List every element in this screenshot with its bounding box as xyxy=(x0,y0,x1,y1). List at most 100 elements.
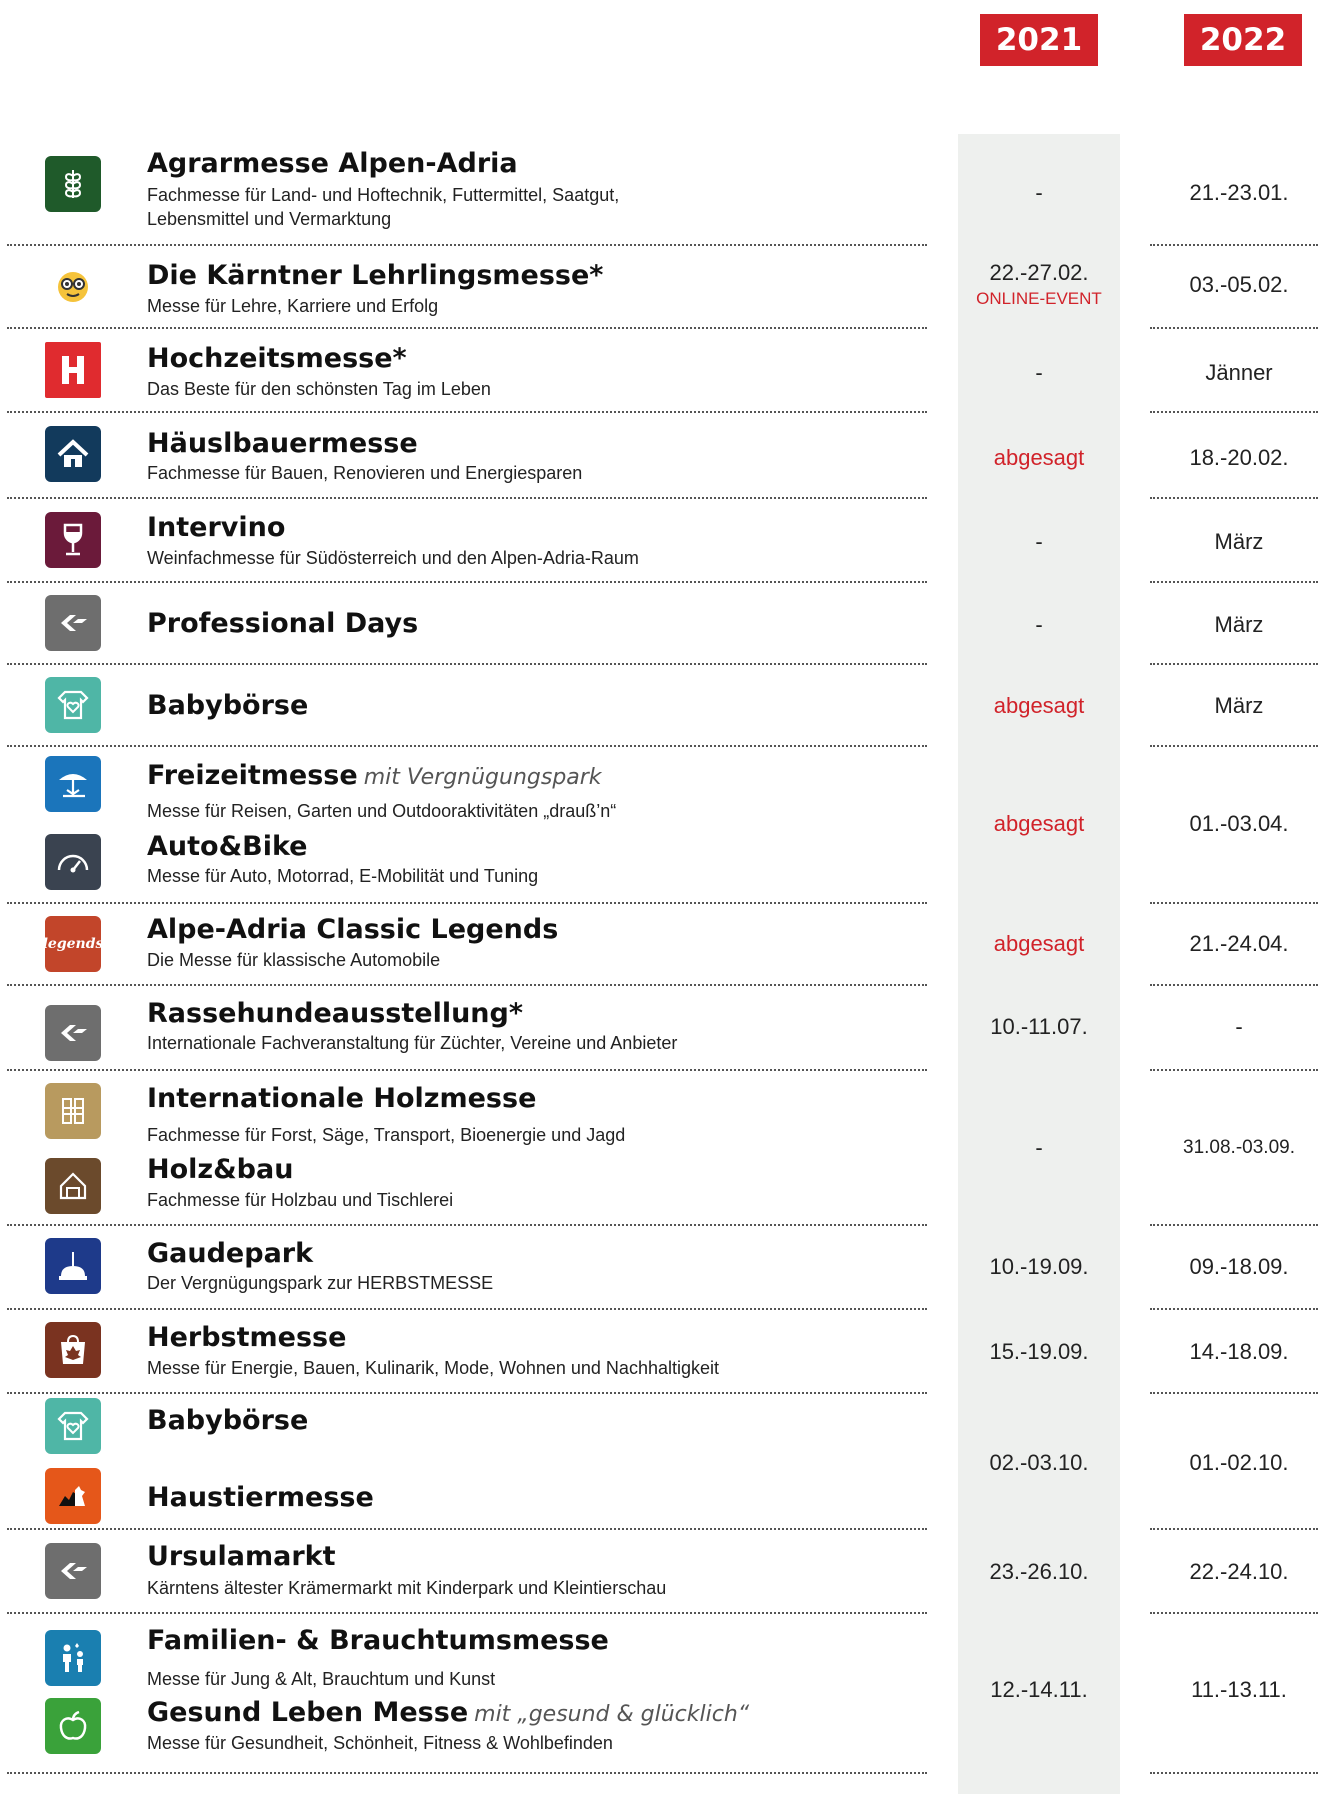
pet-icon xyxy=(45,1468,101,1524)
date-2022: 09.-18.09. xyxy=(1189,1254,1289,1279)
row-divider xyxy=(7,327,927,329)
classic-legends-logo-icon: legends xyxy=(45,916,101,972)
event-title-addon: mit Vergnügungspark xyxy=(363,765,602,790)
messe-logo-icon xyxy=(45,1543,101,1599)
row-divider xyxy=(1150,1392,1318,1394)
date-2022: März xyxy=(1214,612,1264,637)
date-2022: 14.-18.09. xyxy=(1189,1339,1289,1364)
date-2021: - xyxy=(1035,529,1043,554)
date-2021: 22.-27.02. ONLINE-EVENT xyxy=(939,260,1139,312)
event-description: Fachmesse für Holzbau und Tischlerei xyxy=(147,1190,454,1210)
row-divider xyxy=(1150,1772,1318,1774)
date-2021: 10.-19.09. xyxy=(989,1254,1089,1279)
row-divider xyxy=(1150,1612,1318,1614)
row-divider xyxy=(1150,581,1318,583)
event-title: Häuslbauermesse xyxy=(147,428,418,459)
event-description: Messe für Jung & Alt, Brauchtum und Kuns… xyxy=(147,1669,496,1689)
date-2022: 18.-20.02. xyxy=(1189,445,1289,470)
event-description: Fachmesse für Land- und Hoftechnik, Futt… xyxy=(147,185,620,205)
row-divider xyxy=(1150,745,1318,747)
event-description: Messe für Energie, Bauen, Kulinarik, Mod… xyxy=(147,1358,719,1378)
event-title: Familien- & Brauchtumsmesse xyxy=(147,1625,609,1656)
date-2022: 01.-03.04. xyxy=(1189,811,1289,836)
event-description: Fachmesse für Bauen, Renovieren und Ener… xyxy=(147,463,583,483)
row-divider xyxy=(7,745,927,747)
baby-bodysuit-icon xyxy=(45,677,101,733)
beach-umbrella-icon xyxy=(45,756,101,812)
row-divider xyxy=(1150,1528,1318,1530)
event-description: Das Beste für den schönsten Tag im Leben xyxy=(147,379,491,399)
event-description: Messe für Reisen, Garten und Outdoorakti… xyxy=(147,801,617,821)
event-title: Auto&Bike xyxy=(147,831,308,862)
baby-bodysuit-icon xyxy=(45,1398,101,1454)
date-2022: 31.08.-03.09. xyxy=(1183,1137,1295,1158)
date-2021: 23.-26.10. xyxy=(989,1559,1089,1584)
wheat-icon xyxy=(45,156,101,212)
year-header-2021: 2021 xyxy=(980,14,1098,66)
nerd-emoji-icon xyxy=(45,258,101,314)
date-2022: März xyxy=(1214,693,1264,718)
wooden-house-icon xyxy=(45,1158,101,1214)
row-divider xyxy=(1150,411,1318,413)
row-divider xyxy=(7,902,927,904)
event-description: Messe für Lehre, Karriere und Erfolg xyxy=(147,296,439,316)
row-divider xyxy=(7,581,927,583)
event-description: Weinfachmesse für Südösterreich und den … xyxy=(147,548,639,568)
event-description: Der Vergnügungspark zur HERBSTMESSE xyxy=(147,1273,494,1293)
date-2022: März xyxy=(1214,529,1264,554)
row-divider xyxy=(7,1528,927,1530)
date-2022: 03.-05.02. xyxy=(1189,272,1289,297)
year-header-2022: 2022 xyxy=(1184,14,1302,66)
event-title-text: Gesund Leben Messe xyxy=(147,1697,469,1728)
date-2022: 11.-13.11. xyxy=(1191,1677,1287,1702)
row-divider xyxy=(7,1392,927,1394)
row-divider xyxy=(7,497,927,499)
event-title-text: Freizeitmesse xyxy=(147,760,358,791)
event-title: Professional Days xyxy=(147,608,419,639)
date-2021: 12.-14.11. xyxy=(990,1677,1088,1702)
event-title: Agrarmesse Alpen-Adria xyxy=(147,148,518,179)
row-divider xyxy=(7,1612,927,1614)
event-title: Alpe-Adria Classic Legends xyxy=(147,914,559,945)
row-divider xyxy=(7,1772,927,1774)
event-title: Hochzeitsmesse* xyxy=(147,343,407,374)
row-divider xyxy=(7,984,927,986)
row-divider xyxy=(7,663,927,665)
family-icon xyxy=(45,1630,101,1686)
date-2021: abgesagt xyxy=(993,811,1085,836)
event-description: Messe für Gesundheit, Schönheit, Fitness… xyxy=(147,1733,613,1753)
event-description-line2: Lebensmittel und Vermarktung xyxy=(147,209,392,229)
row-divider xyxy=(1150,984,1318,986)
date-2021: 15.-19.09. xyxy=(989,1339,1089,1364)
messe-logo-icon xyxy=(45,595,101,651)
event-title: Herbstmesse xyxy=(147,1322,347,1353)
date-2021: - xyxy=(1035,1135,1043,1160)
row-divider xyxy=(1150,497,1318,499)
date-2021: abgesagt xyxy=(993,931,1085,956)
event-title: Haustiermesse xyxy=(147,1482,374,1513)
online-event-badge: ONLINE-EVENT xyxy=(976,289,1102,308)
date-2022: - xyxy=(1235,1014,1243,1039)
event-description: Internationale Fachveranstaltung für Züc… xyxy=(147,1033,678,1053)
date-2021: - xyxy=(1035,360,1043,385)
hochzeit-logo-icon xyxy=(45,342,101,398)
event-title: Internationale Holzmesse xyxy=(147,1083,537,1114)
row-divider xyxy=(7,244,927,246)
event-description: Kärntens ältester Krämermarkt mit Kinder… xyxy=(147,1578,667,1598)
event-title: Rassehundeausstellung* xyxy=(147,998,523,1029)
date-2022: Jänner xyxy=(1205,360,1273,385)
event-title: Gaudepark xyxy=(147,1238,314,1269)
speedometer-icon xyxy=(45,834,101,890)
logo-text: legends xyxy=(45,936,101,952)
event-title: Babybörse xyxy=(147,1405,309,1436)
date-2021: 10.-11.07. xyxy=(990,1014,1088,1039)
messe-logo-icon xyxy=(45,1005,101,1061)
event-description: Die Messe für klassische Automobile xyxy=(147,950,441,970)
bumper-car-icon xyxy=(45,1238,101,1294)
event-title: Gesund Leben Messe mit „gesund & glücklic… xyxy=(147,1697,749,1731)
row-divider xyxy=(7,1069,927,1071)
event-description: Messe für Auto, Motorrad, E-Mobilität un… xyxy=(147,866,539,886)
date-2021: 02.-03.10. xyxy=(989,1450,1089,1475)
date-2021: abgesagt xyxy=(993,693,1085,718)
event-description: Fachmesse für Forst, Säge, Transport, Bi… xyxy=(147,1125,626,1145)
